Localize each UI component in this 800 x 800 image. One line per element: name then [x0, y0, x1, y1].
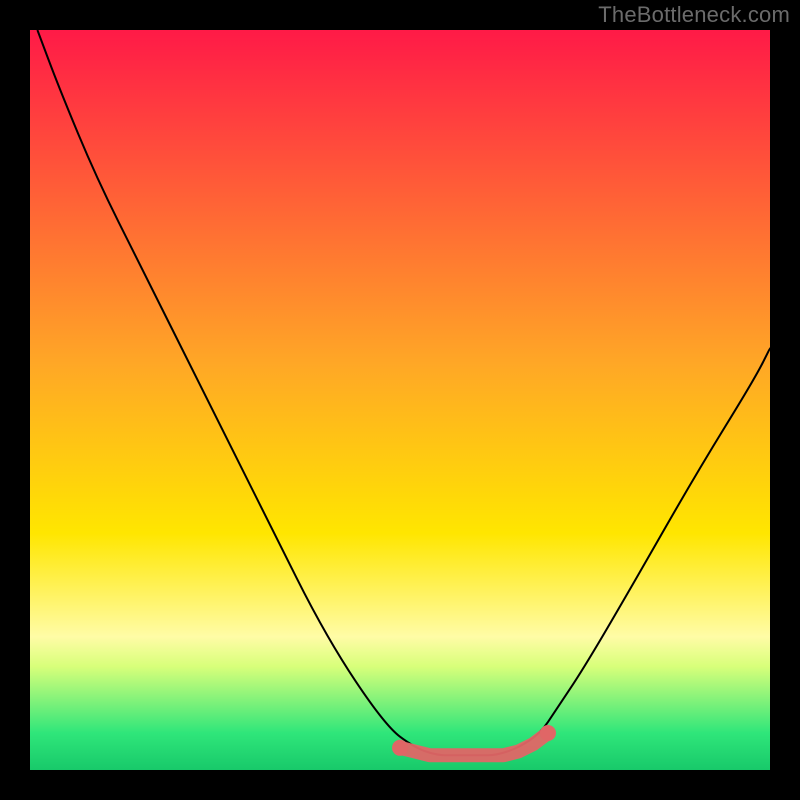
watermark-label: TheBottleneck.com [598, 2, 790, 28]
chart-canvas [30, 30, 770, 770]
gradient-background [30, 30, 770, 770]
chart-frame: TheBottleneck.com [0, 0, 800, 800]
plot-area [30, 30, 770, 770]
